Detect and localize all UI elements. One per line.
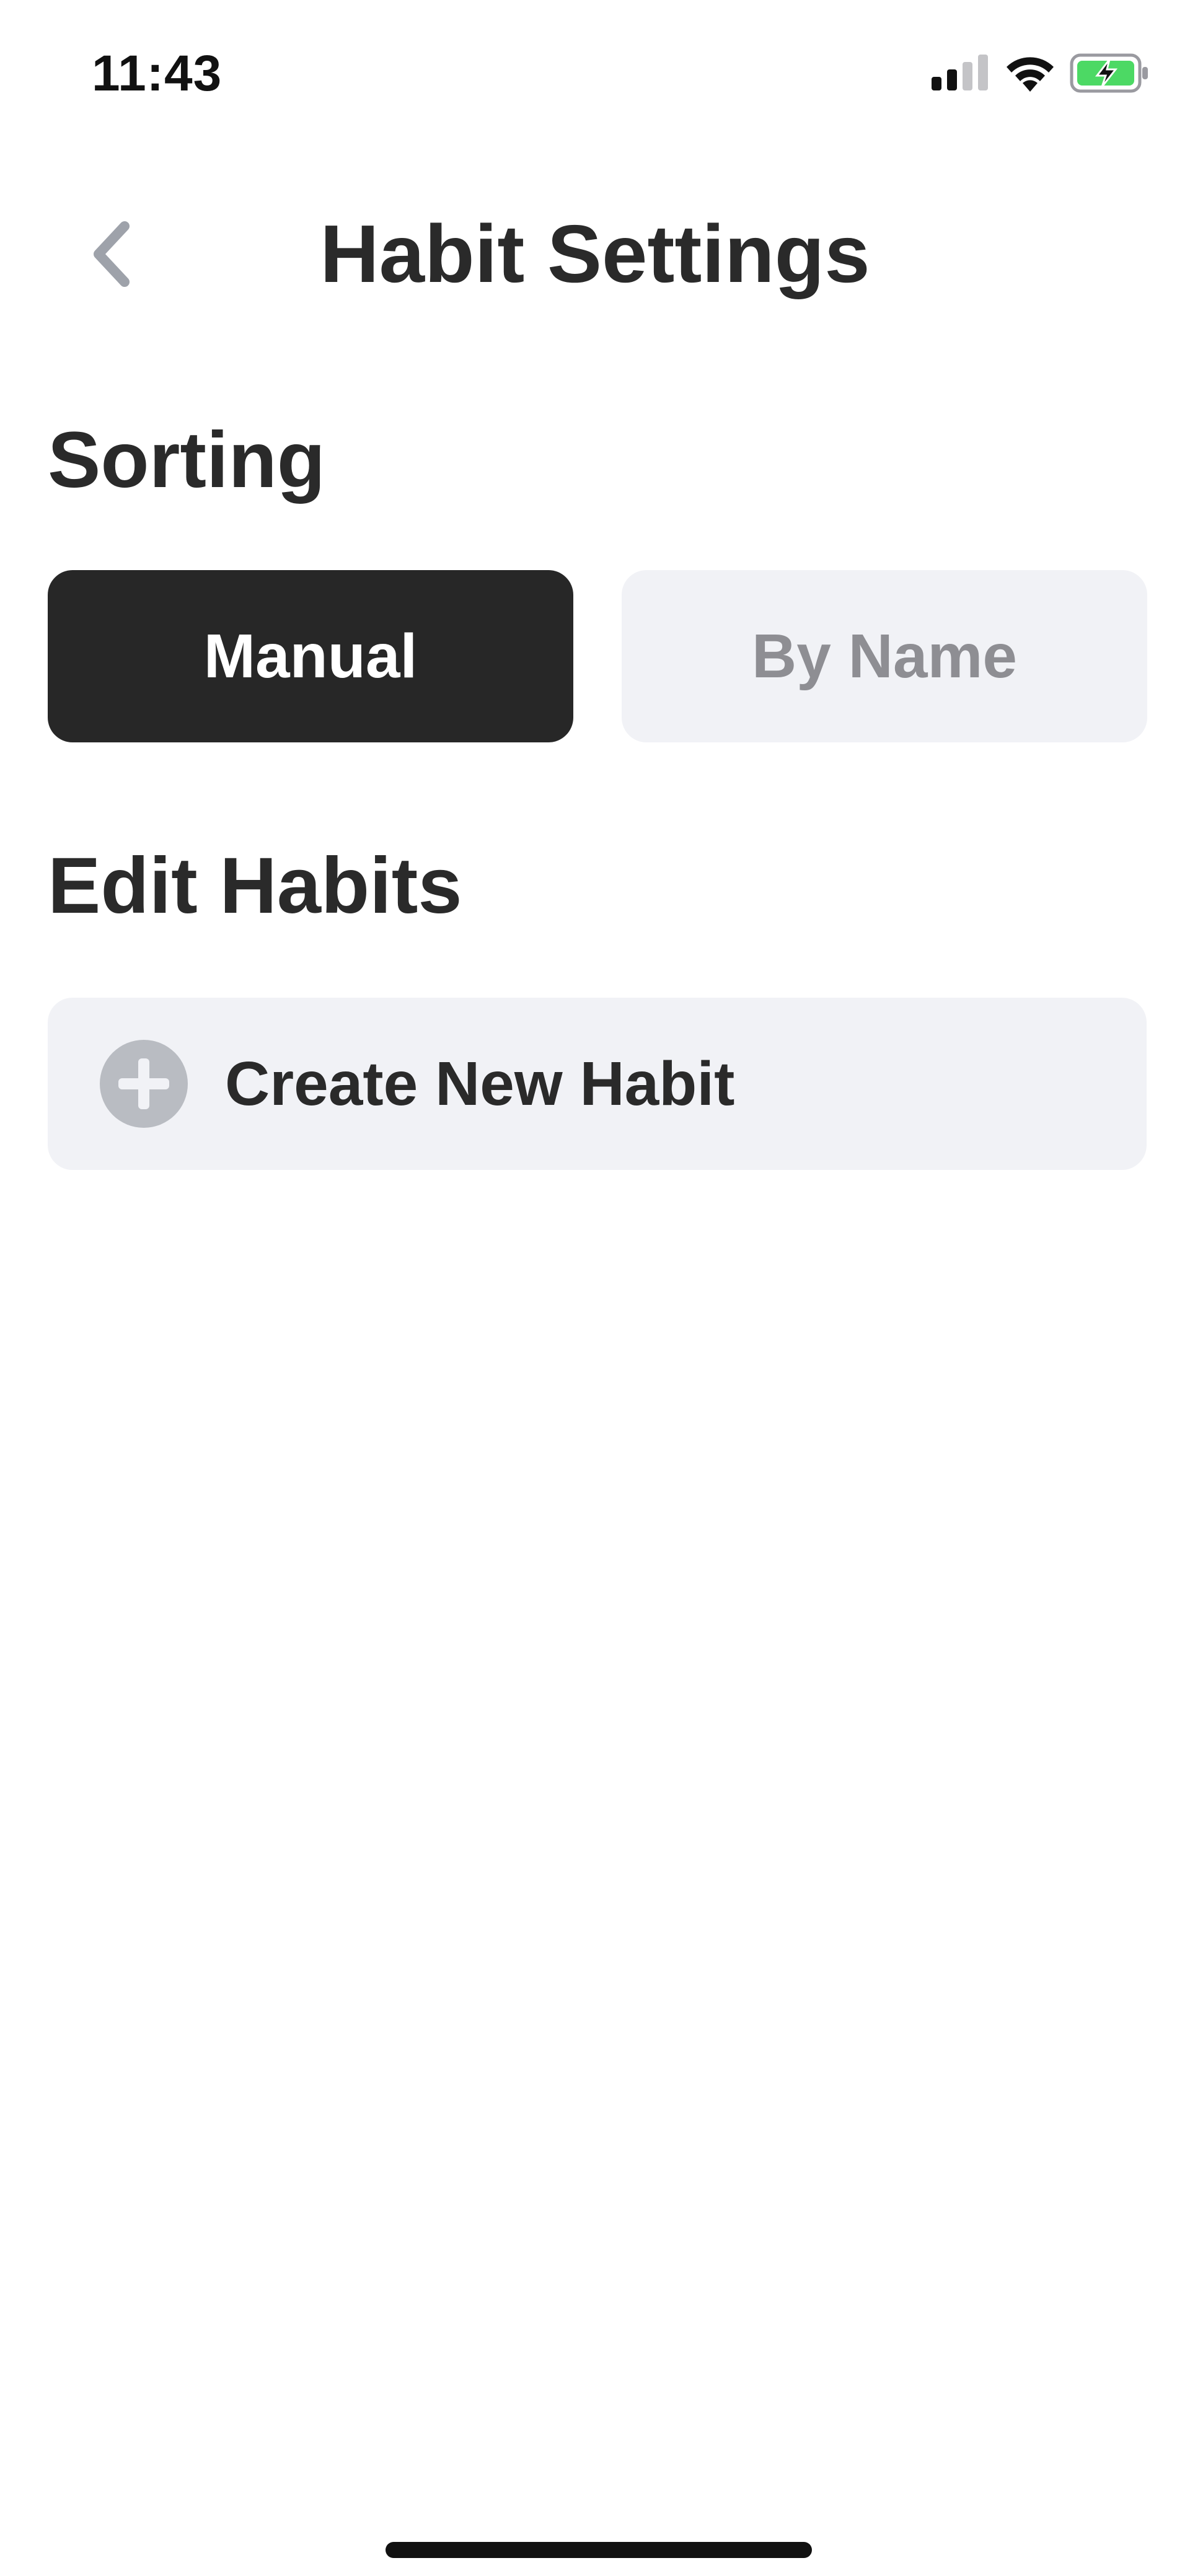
sort-by-name-button[interactable]: By Name <box>622 570 1147 742</box>
edit-habits-section-title: Edit Habits <box>48 842 462 930</box>
create-new-habit-button[interactable]: Create New Habit <box>48 998 1147 1170</box>
battery-charging-icon <box>1070 53 1148 93</box>
status-time: 11:43 <box>92 45 223 102</box>
signal-icon <box>932 55 988 90</box>
create-new-habit-label: Create New Habit <box>225 1048 735 1119</box>
plus-circle-icon <box>100 1040 188 1128</box>
home-indicator[interactable] <box>386 2542 812 2558</box>
page-title: Habit Settings <box>320 208 870 299</box>
sort-manual-button[interactable]: Manual <box>48 570 573 742</box>
sort-by-name-label: By Name <box>752 621 1017 691</box>
status-bar: 11:43 <box>0 0 1190 143</box>
sorting-section-title: Sorting <box>48 416 325 504</box>
wifi-icon <box>1007 57 1054 92</box>
sort-manual-label: Manual <box>203 621 418 691</box>
